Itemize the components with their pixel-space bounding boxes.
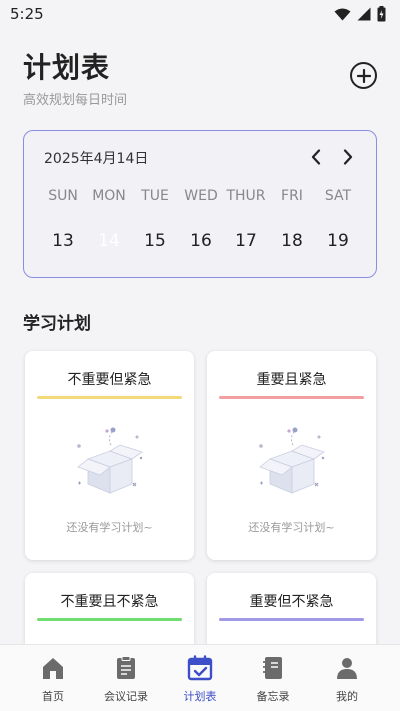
calendar-day[interactable]: 16 (176, 219, 226, 263)
nav-item-home[interactable]: 首页 (13, 645, 93, 711)
plan-card-divider (219, 618, 364, 621)
calendar-day[interactable]: 17 (221, 219, 271, 263)
calendar-day[interactable]: 19 (313, 219, 363, 263)
status-bar: 5:25 (0, 0, 400, 28)
day-number: 14 (98, 231, 120, 251)
weekday-label: SUN (48, 188, 78, 204)
notebook-icon (263, 657, 282, 679)
section-title: 学习计划 (23, 314, 91, 334)
home-icon (43, 658, 63, 679)
wifi-icon (334, 8, 351, 20)
bottom-nav: 首页 会议记录 计划表 备忘录 我的 (0, 644, 400, 711)
page-subtitle: 高效规划每日时间 (23, 93, 128, 108)
day-number: 13 (52, 231, 74, 251)
plan-card-title: 不重要且不紧急 (60, 594, 159, 610)
nav-item-meeting-notes[interactable]: 会议记录 (86, 645, 166, 711)
weekday-label: WED (184, 188, 218, 204)
nav-label: 备忘录 (256, 690, 290, 703)
plan-card-divider (37, 618, 182, 621)
plus-icon (356, 68, 371, 83)
signal-icon (357, 7, 371, 21)
nav-item-memo[interactable]: 备忘录 (233, 645, 313, 711)
plan-card-not-important-urgent[interactable]: 不重要但紧急 还没有学习计划~ (25, 351, 194, 560)
day-number: 15 (144, 231, 166, 251)
battery-icon (377, 6, 386, 22)
status-time: 5:25 (10, 5, 44, 23)
calendar-day[interactable]: 15 (130, 219, 180, 263)
plan-card-important-urgent[interactable]: 重要且紧急 还没有学习计划~ (207, 351, 376, 560)
chevron-left-icon (311, 149, 321, 165)
day-number: 19 (327, 231, 349, 251)
status-icons (334, 6, 386, 22)
day-number: 17 (235, 231, 257, 251)
empty-box-illustration (77, 427, 143, 494)
clipboard-icon (117, 656, 135, 679)
plan-card-divider (219, 396, 364, 399)
week-calendar: 2025年4月14日 SUN MON TUE WED THUR FRI SAT … (23, 130, 377, 278)
nav-label: 计划表 (183, 690, 217, 703)
calendar-day[interactable]: 13 (38, 219, 88, 263)
day-number: 16 (190, 231, 212, 251)
calendar-current-date: 2025年4月14日 (44, 151, 149, 167)
calendar-day[interactable]: 18 (267, 219, 317, 263)
calendar-check-icon (187, 655, 213, 681)
weekday-label: SAT (324, 188, 352, 204)
plan-card-title: 重要且紧急 (256, 372, 327, 388)
nav-label: 首页 (42, 690, 64, 703)
nav-label: 会议记录 (104, 690, 148, 703)
day-number: 18 (281, 231, 303, 251)
weekday-label: FRI (281, 188, 303, 204)
add-plan-button[interactable] (350, 62, 377, 89)
day-row: 13 14 15 16 17 18 19 (24, 219, 378, 263)
weekday-row: SUN MON TUE WED THUR FRI SAT (24, 188, 378, 208)
plan-card-title: 不重要但紧急 (67, 372, 152, 388)
weekday-label: MON (92, 188, 126, 204)
plan-card-title: 重要但不紧急 (249, 594, 334, 610)
weekday-label: TUE (141, 188, 169, 204)
next-week-button[interactable] (338, 145, 358, 169)
previous-week-button[interactable] (306, 145, 326, 169)
calendar-day-selected[interactable]: 14 (84, 219, 134, 263)
nav-item-me[interactable]: 我的 (307, 645, 387, 711)
user-icon (337, 658, 357, 679)
empty-box-illustration (259, 427, 325, 494)
empty-plan-message: 还没有学习计划~ (66, 521, 153, 534)
page-title: 计划表 (23, 51, 111, 84)
weekday-label: THUR (226, 188, 266, 204)
chevron-right-icon (343, 149, 353, 165)
nav-item-plan[interactable]: 计划表 (160, 645, 240, 711)
empty-plan-message: 还没有学习计划~ (248, 521, 335, 534)
plan-card-divider (37, 396, 182, 399)
nav-label: 我的 (336, 690, 358, 703)
